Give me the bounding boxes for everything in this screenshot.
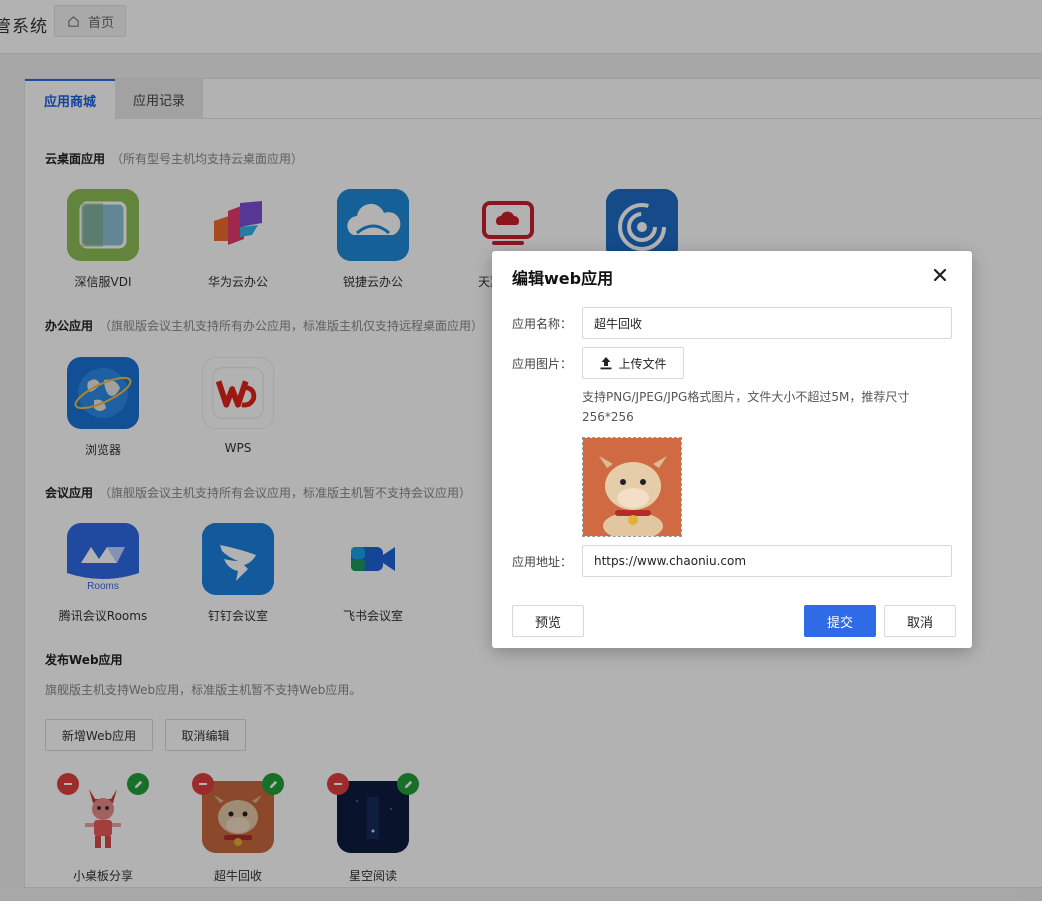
upload-icon	[600, 357, 612, 370]
app-name-label: 应用名称：	[512, 317, 573, 331]
close-button[interactable]	[930, 265, 950, 285]
app-url-label: 应用地址：	[512, 555, 573, 569]
app-image-label: 应用图片：	[512, 357, 573, 371]
upload-hint: 支持PNG/JPEG/JPG格式图片，文件大小不超过5M，推荐尺寸256*256	[582, 390, 910, 424]
upload-file-button[interactable]: 上传文件	[582, 347, 684, 379]
uploaded-image-preview[interactable]	[582, 437, 682, 537]
edit-web-app-dialog: 编辑web应用 应用名称： 应用图片： 上传文件 支持PNG/JPEG/JPG格…	[492, 251, 972, 648]
app-url-input[interactable]	[582, 545, 952, 577]
app-name-input[interactable]	[582, 307, 952, 339]
preview-button[interactable]: 预览	[512, 605, 584, 637]
dialog-title: 编辑web应用	[512, 269, 614, 288]
close-icon	[933, 268, 947, 282]
bull-image	[583, 438, 681, 536]
upload-label: 上传文件	[618, 356, 667, 371]
submit-button[interactable]: 提交	[804, 605, 876, 637]
cancel-button[interactable]: 取消	[884, 605, 956, 637]
